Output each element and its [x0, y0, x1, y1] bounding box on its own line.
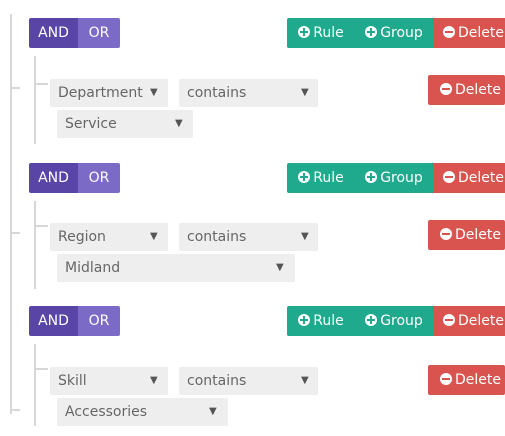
value-select[interactable]: Midland ▼: [57, 254, 295, 282]
caret-down-icon: ▼: [150, 375, 158, 386]
caret-down-icon: ▼: [150, 231, 158, 242]
field-select-value: Department: [58, 85, 143, 101]
caret-down-icon: ▼: [209, 406, 217, 417]
value-select-value: Midland: [65, 260, 121, 276]
caret-down-icon: ▼: [276, 262, 284, 273]
minus-circle-icon: [440, 228, 452, 240]
caret-down-icon: ▼: [150, 87, 158, 98]
plus-circle-icon: [298, 26, 311, 38]
add-rule-button[interactable]: Rule: [287, 306, 355, 336]
and-button[interactable]: AND: [29, 163, 78, 193]
delete-group-label: Delete: [458, 170, 504, 186]
rule-tree-line: [34, 201, 36, 289]
field-select-value: Skill: [58, 373, 87, 389]
operator-select[interactable]: contains ▼: [179, 79, 318, 107]
add-group-label: Group: [380, 25, 423, 41]
rule-group-2: AND OR Rule Group Delete Region ▼ contai…: [0, 163, 505, 293]
delete-rule-label: Delete: [455, 82, 501, 98]
delete-rule-button[interactable]: Delete: [428, 75, 505, 105]
operator-select[interactable]: contains ▼: [179, 367, 318, 395]
add-group-label: Group: [380, 313, 423, 329]
add-group-button[interactable]: Group: [355, 306, 433, 336]
plus-circle-icon: [298, 171, 311, 183]
caret-down-icon: ▼: [301, 231, 309, 242]
delete-group-button[interactable]: Delete: [433, 163, 505, 193]
operator-select-value: contains: [187, 229, 247, 245]
caret-down-icon: ▼: [301, 87, 309, 98]
operator-select[interactable]: contains ▼: [179, 223, 318, 251]
rule-group-3: AND OR Rule Group Delete Skill ▼ contain…: [0, 306, 505, 436]
minus-circle-icon: [443, 26, 455, 38]
caret-down-icon: ▼: [175, 118, 183, 129]
add-rule-label: Rule: [313, 313, 344, 329]
minus-circle-icon: [443, 314, 455, 326]
add-group-button[interactable]: Group: [355, 163, 433, 193]
delete-rule-button[interactable]: Delete: [428, 220, 505, 250]
add-rule-button[interactable]: Rule: [287, 163, 355, 193]
delete-group-label: Delete: [458, 313, 504, 329]
rule-tree-branch: [34, 225, 48, 227]
value-select[interactable]: Accessories ▼: [57, 398, 228, 426]
operator-select-value: contains: [187, 85, 247, 101]
field-select[interactable]: Skill ▼: [50, 367, 168, 395]
delete-group-button[interactable]: Delete: [433, 18, 505, 48]
delete-group-label: Delete: [458, 25, 504, 41]
delete-group-button[interactable]: Delete: [433, 306, 505, 336]
rule-tree-branch: [34, 83, 48, 85]
field-select[interactable]: Department ▼: [50, 79, 168, 107]
rule-tree-line: [34, 56, 36, 144]
value-select[interactable]: Service ▼: [57, 110, 193, 138]
or-button[interactable]: OR: [78, 306, 120, 336]
rule-tree-branch: [34, 368, 48, 370]
add-group-button[interactable]: Group: [355, 18, 433, 48]
plus-circle-icon: [365, 171, 378, 183]
delete-rule-button[interactable]: Delete: [428, 365, 505, 395]
plus-circle-icon: [365, 26, 378, 38]
or-button[interactable]: OR: [78, 18, 120, 48]
field-select-value: Region: [58, 229, 106, 245]
add-rule-button[interactable]: Rule: [287, 18, 355, 48]
value-select-value: Accessories: [65, 404, 148, 420]
operator-select-value: contains: [187, 373, 247, 389]
add-rule-label: Rule: [313, 25, 344, 41]
plus-circle-icon: [298, 314, 311, 326]
field-select[interactable]: Region ▼: [50, 223, 168, 251]
add-rule-label: Rule: [313, 170, 344, 186]
value-select-value: Service: [65, 116, 117, 132]
rule-group-1: AND OR Rule Group Delete Department ▼ co…: [0, 18, 505, 148]
plus-circle-icon: [365, 314, 378, 326]
and-button[interactable]: AND: [29, 306, 78, 336]
delete-rule-label: Delete: [455, 227, 501, 243]
caret-down-icon: ▼: [301, 375, 309, 386]
rule-tree-line: [34, 344, 36, 426]
minus-circle-icon: [440, 373, 452, 385]
minus-circle-icon: [443, 171, 455, 183]
or-button[interactable]: OR: [78, 163, 120, 193]
add-group-label: Group: [380, 170, 423, 186]
minus-circle-icon: [440, 83, 452, 95]
and-button[interactable]: AND: [29, 18, 78, 48]
delete-rule-label: Delete: [455, 372, 501, 388]
